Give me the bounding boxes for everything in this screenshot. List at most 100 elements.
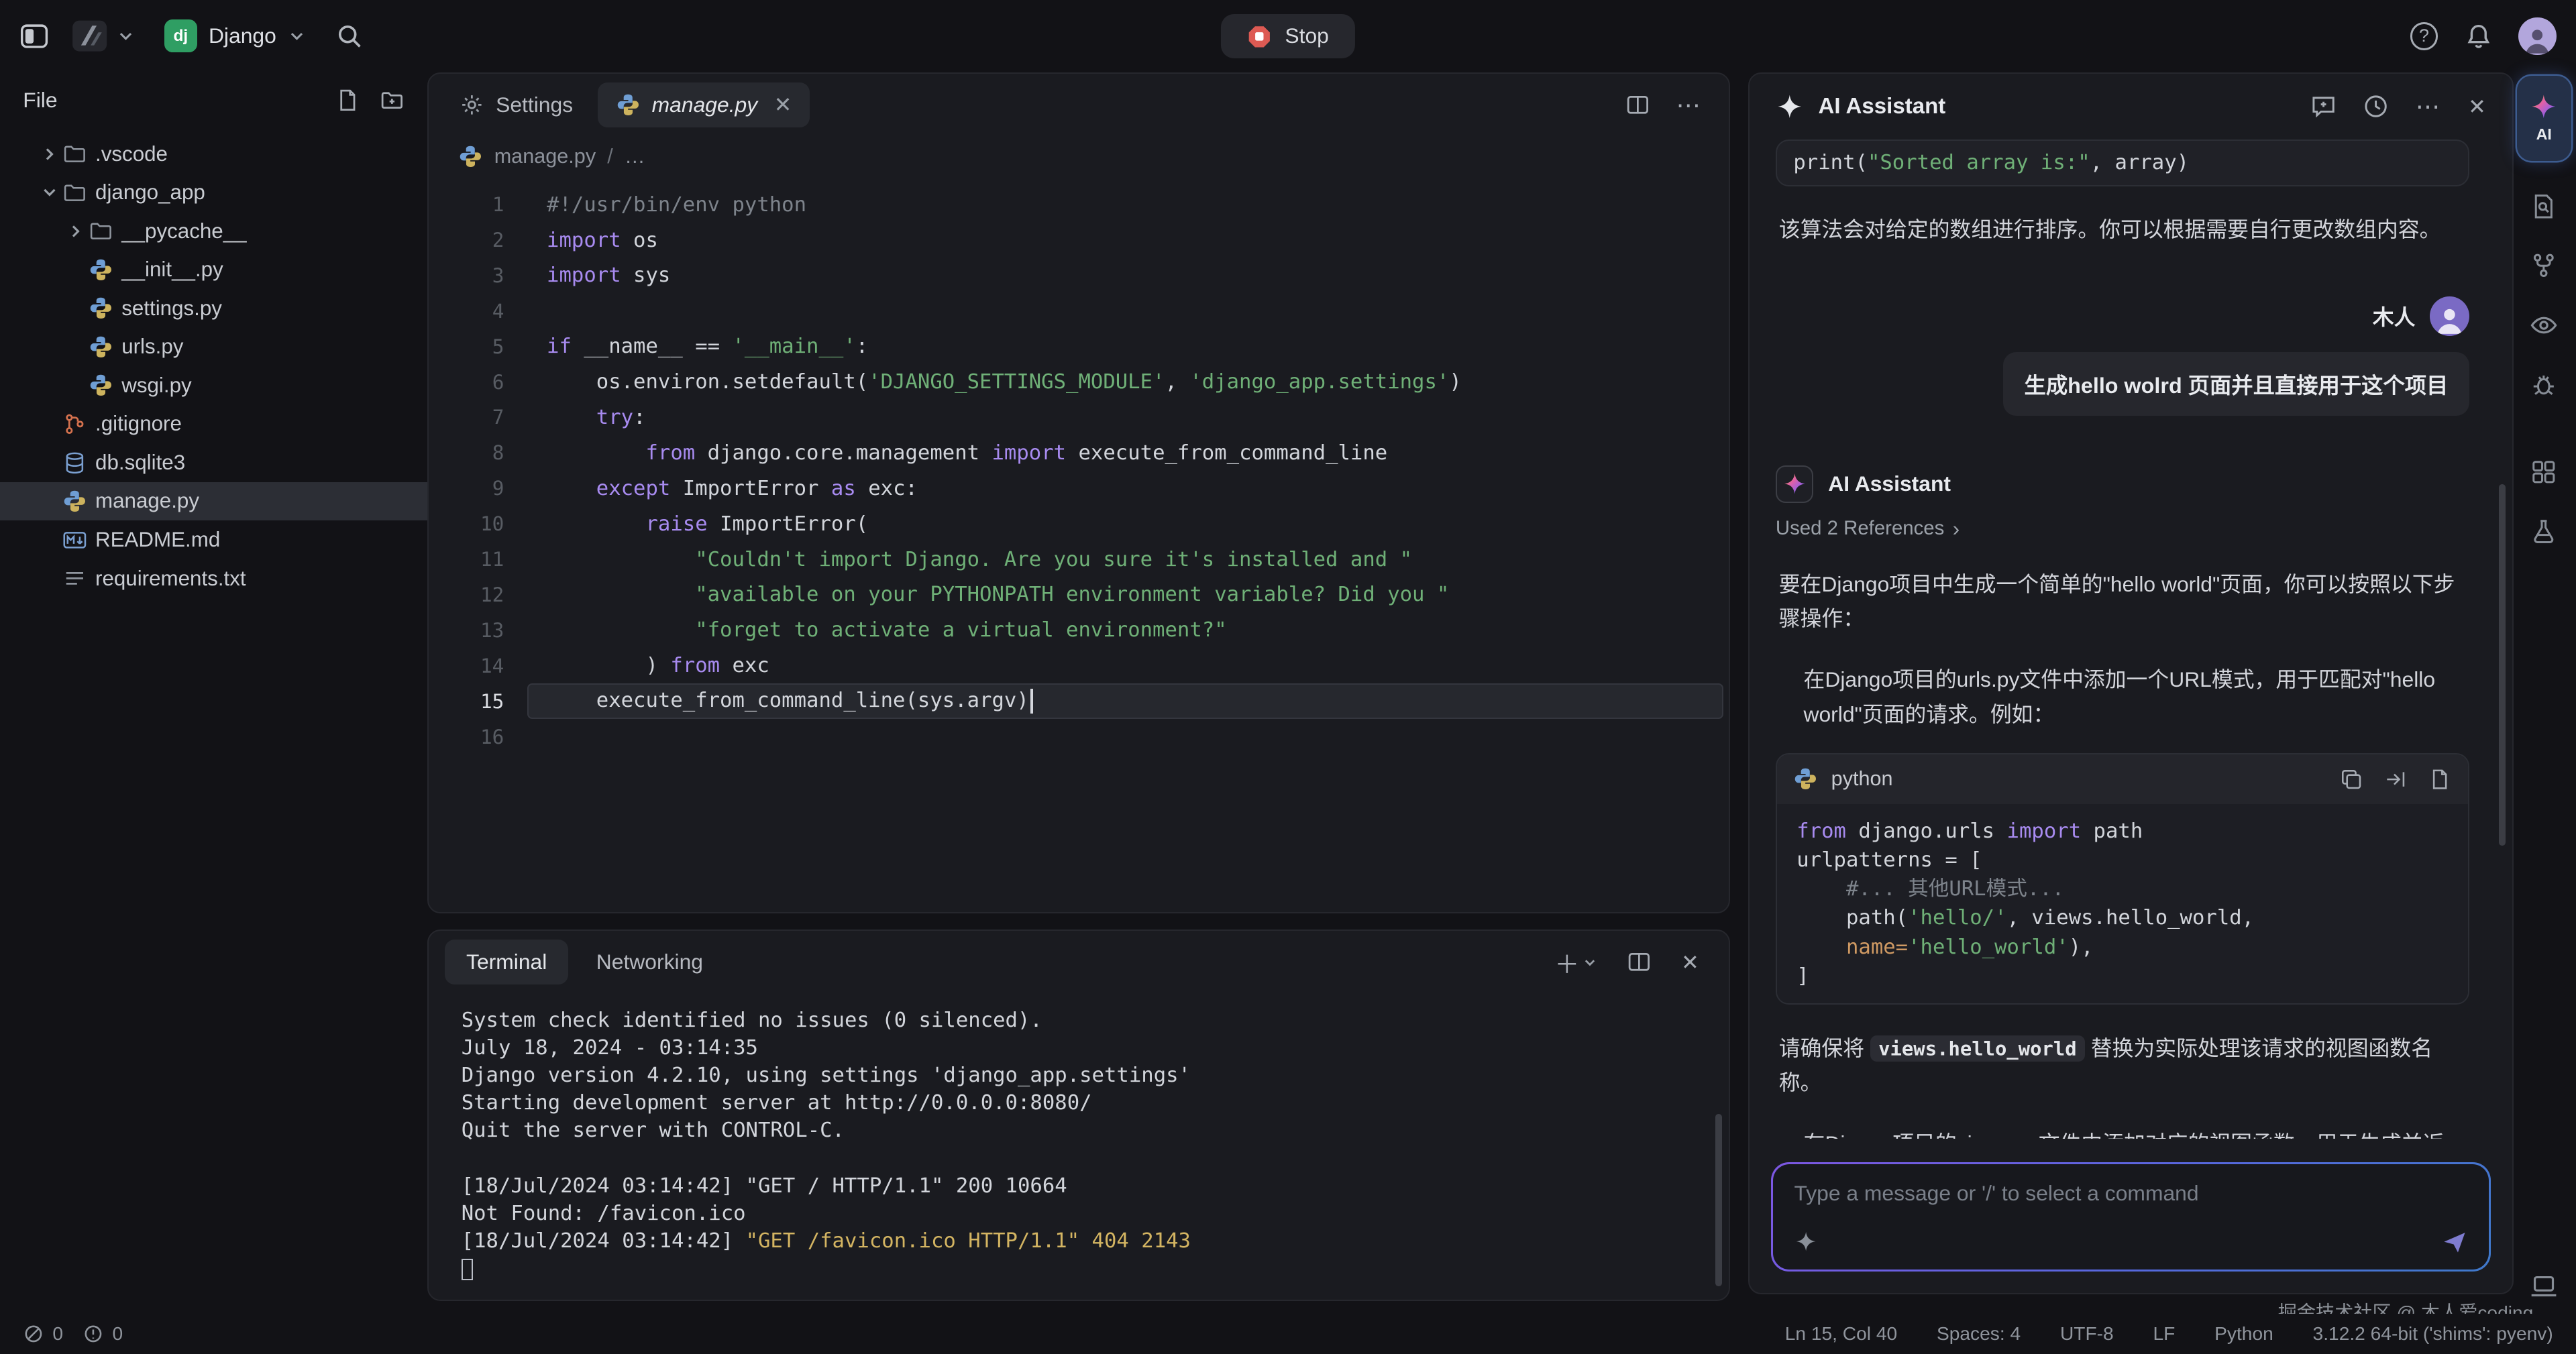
chevron-right-icon[interactable] [62,221,89,242]
ai-assistant-panel: AI Assistant ⋯ ✕ print("Sorted array is:… [1748,72,2514,1294]
tree-item-__init__.py[interactable]: __init__.py [0,250,427,289]
tree-item-label: .vscode [95,142,168,166]
tab-networking[interactable]: Networking [575,940,724,984]
chat-input[interactable] [1794,1181,2468,1206]
ai-tool-button[interactable]: AI [2517,76,2571,161]
tree-item-.gitignore[interactable]: .gitignore [0,405,427,444]
ai-commands-icon[interactable] [1794,1230,1817,1253]
workspace-switcher[interactable]: dj Django [154,13,315,60]
status-indent[interactable]: Spaces: 4 [1937,1323,2021,1345]
chat-history[interactable]: print("Sorted array is:", array) 该算法会对给定… [1776,139,2469,1139]
tree-item-.vscode[interactable]: .vscode [0,135,427,174]
errors-indicator[interactable]: 0 [23,1323,63,1345]
code-line-14[interactable]: 14 ) from exc [429,648,1729,683]
stop-run-button[interactable]: Stop [1221,14,1355,58]
split-editor-icon[interactable] [1625,93,1650,117]
code-line-8[interactable]: 8 from django.core.management import exe… [429,435,1729,471]
tree-item-wsgi.py[interactable]: wsgi.py [0,366,427,405]
breadcrumb[interactable]: manage.py / … [429,136,1729,177]
code-line-15[interactable]: 15 execute_from_command_line(sys.argv) [429,683,1729,719]
references-link[interactable]: Used 2 References › [1776,516,2469,541]
status-line-ending[interactable]: LF [2153,1323,2175,1345]
code-editor[interactable]: 1#!/usr/bin/env python2import os3import … [429,177,1729,754]
tree-item-urls.py[interactable]: urls.py [0,328,427,367]
status-bar: 0 0 Ln 15, Col 40 Spaces: 4 UTF-8 LF Python 3… [0,1314,2576,1353]
chat-scrollbar[interactable] [2499,484,2506,846]
app-menu-button[interactable] [69,15,135,56]
code-line-5[interactable]: 5if __name__ == '__main__': [429,329,1729,364]
code-line-12[interactable]: 12 "available on your PYTHONPATH environ… [429,577,1729,613]
new-file-icon[interactable] [335,88,360,113]
git-fork-icon[interactable] [2530,251,2558,280]
chevron-down-icon [117,27,135,45]
line-number: 3 [429,264,504,287]
tree-item-db.sqlite3[interactable]: db.sqlite3 [0,443,427,482]
tree-item-django_app[interactable]: django_app [0,173,427,212]
breadcrumb-file[interactable]: manage.py [494,145,596,168]
top-bar: dj Django Stop ? [0,0,2576,72]
breadcrumb-rest[interactable]: … [625,145,645,168]
new-folder-icon[interactable] [380,88,405,113]
tab-terminal[interactable]: Terminal [445,940,568,984]
tab-manage-py[interactable]: manage.py ✕ [598,82,810,127]
close-panel-icon[interactable]: ✕ [2468,94,2486,119]
more-options-icon[interactable]: ⋯ [1676,91,1702,119]
code-line-1[interactable]: 1#!/usr/bin/env python [429,187,1729,223]
toggle-left-panel-icon[interactable] [19,21,49,51]
code-line-4[interactable]: 4 [429,293,1729,329]
tree-item-settings.py[interactable]: settings.py [0,289,427,328]
bug-icon[interactable] [2530,371,2558,399]
new-chat-icon[interactable] [2310,93,2337,119]
new-terminal-icon[interactable]: ＋ [1554,944,1597,980]
code-line-7[interactable]: 7 try: [429,400,1729,435]
code-line-16[interactable]: 16 [429,719,1729,754]
tree-item-manage.py[interactable]: manage.py [0,482,427,521]
terminal-output[interactable]: System check identified no issues (0 sil… [429,993,1729,1296]
line-text: ) from exc [504,654,769,677]
close-terminal-icon[interactable]: ✕ [1681,950,1699,975]
eye-icon[interactable] [2529,311,2559,340]
grid-icon[interactable] [2530,458,2558,486]
more-options-icon[interactable]: ⋯ [2416,92,2442,121]
tree-item-__pycache__[interactable]: __pycache__ [0,212,427,251]
status-language[interactable]: Python [2214,1323,2273,1345]
code-line-3[interactable]: 3import sys [429,258,1729,293]
terminal-scrollbar[interactable] [1715,1114,1722,1286]
status-encoding[interactable]: UTF-8 [2060,1323,2114,1345]
tree-item-requirements.txt[interactable]: requirements.txt [0,559,427,598]
code-line-9[interactable]: 9 except ImportError as exc: [429,471,1729,506]
copy-code-icon[interactable] [2340,768,2363,791]
code-line-10[interactable]: 10 raise ImportError( [429,506,1729,542]
code-line-13[interactable]: 13 "forget to activate a virtual environ… [429,612,1729,648]
help-icon[interactable]: ? [2410,22,2438,50]
code-line-6[interactable]: 6 os.environ.setdefault('DJANGO_SETTINGS… [429,364,1729,400]
flask-icon[interactable] [2530,517,2558,545]
chevron-down-icon[interactable] [36,182,62,203]
user-avatar[interactable] [2518,17,2556,55]
file-search-icon[interactable] [2530,192,2558,221]
status-line-col[interactable]: Ln 15, Col 40 [1785,1323,1898,1345]
split-terminal-icon[interactable] [1627,950,1652,974]
code-line-2[interactable]: 2import os [429,223,1729,258]
error-count: 0 [52,1323,63,1345]
insert-code-icon[interactable] [2384,768,2407,791]
create-file-from-code-icon[interactable] [2428,768,2451,791]
search-icon[interactable] [335,22,364,50]
send-message-icon[interactable] [2441,1229,2467,1255]
status-interpreter[interactable]: 3.12.2 64-bit ('shims': pyenv) [2313,1323,2553,1345]
chevron-right-icon[interactable] [36,144,62,165]
code-line-11[interactable]: 11 "Couldn't import Django. Are you sure… [429,542,1729,577]
history-icon[interactable] [2363,93,2389,119]
laptop-icon[interactable] [2529,1272,2559,1301]
inline-code: views.hello_world [1870,1035,2085,1062]
warnings-indicator[interactable]: 0 [83,1323,123,1345]
line-number: 2 [429,229,504,251]
tab-settings[interactable]: Settings [441,82,591,127]
tree-item-README.md[interactable]: README.md [0,520,427,559]
stop-icon [1247,24,1272,49]
close-tab-icon[interactable]: ✕ [774,92,792,117]
notifications-icon[interactable] [2465,22,2493,50]
tree-item-label: __init__.py [121,258,223,282]
assistant-step-text: 在Django项目的views.py文件中添加对应的视图函数，用于生成并返回"h… [1779,1127,2467,1139]
line-number: 7 [429,406,504,429]
